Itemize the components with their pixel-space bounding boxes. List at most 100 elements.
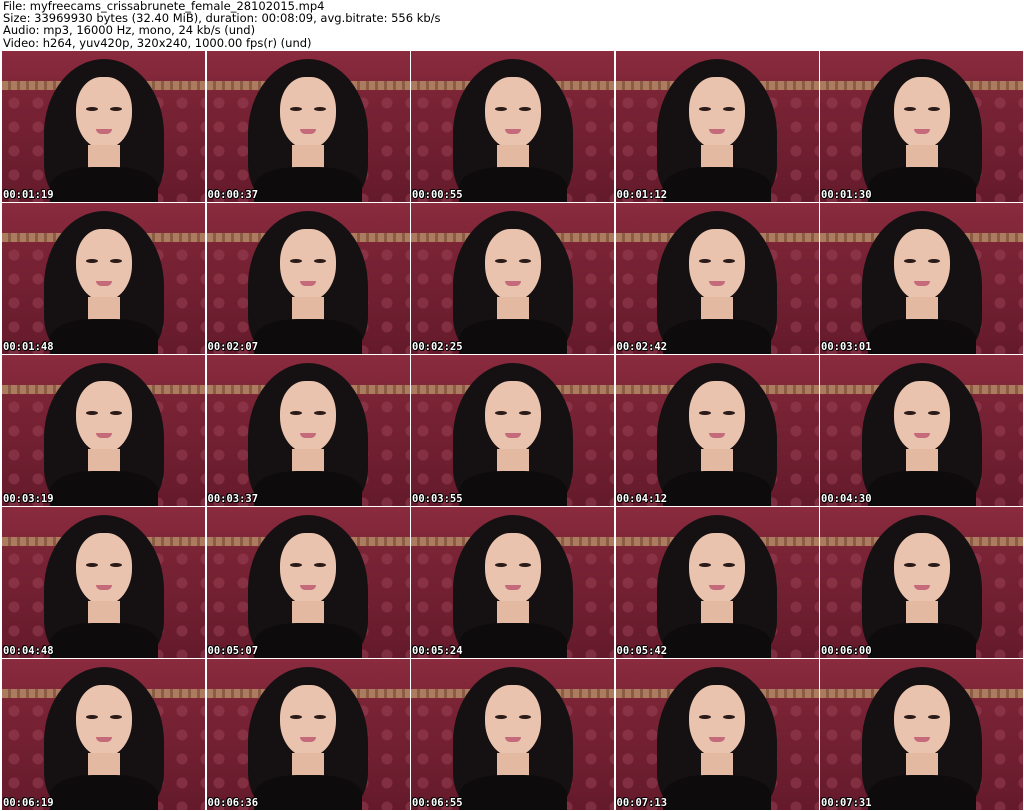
person-figure [861, 211, 982, 354]
face [75, 381, 132, 453]
left-eye [699, 259, 711, 263]
person-figure [248, 515, 368, 658]
person-figure [248, 363, 368, 506]
mouth [709, 433, 725, 438]
thumbnail-timestamp: 00:03:19 [3, 493, 54, 505]
mouth [913, 433, 930, 438]
left-eye [699, 715, 711, 719]
face [280, 533, 336, 605]
left-eye [494, 107, 507, 111]
mouth [709, 585, 725, 590]
video-thumbnail[interactable]: 00:06:19 [2, 659, 205, 810]
mouth [913, 585, 930, 590]
black-top [49, 775, 158, 810]
person-figure [452, 211, 573, 354]
video-thumbnail[interactable]: 00:03:19 [2, 355, 205, 506]
thumbnail-timestamp: 00:01:12 [616, 189, 668, 201]
person-figure [452, 515, 573, 658]
right-eye [723, 411, 735, 415]
video-thumbnail[interactable]: 00:02:42 [615, 203, 819, 354]
thumbnail-timestamp: 00:06:36 [207, 797, 259, 809]
video-thumbnail[interactable]: 00:06:00 [820, 507, 1023, 658]
right-eye [927, 259, 940, 263]
video-thumbnail[interactable]: 00:04:12 [615, 355, 819, 506]
black-top [49, 319, 158, 354]
video-thumbnail[interactable]: 00:03:37 [206, 355, 410, 506]
mouth [709, 281, 725, 286]
right-eye [927, 107, 940, 111]
face [893, 77, 950, 149]
video-thumbnail[interactable]: 00:05:42 [615, 507, 819, 658]
face [689, 229, 745, 301]
right-eye [927, 715, 940, 719]
video-thumbnail[interactable]: 00:00:37 [206, 51, 410, 202]
face [893, 685, 950, 757]
left-eye [494, 411, 507, 415]
mouth [95, 737, 112, 742]
face [280, 77, 336, 149]
mouth [709, 129, 725, 134]
video-thumbnail[interactable]: 00:07:31 [820, 659, 1023, 810]
person-figure [43, 211, 164, 354]
mouth [300, 129, 316, 134]
face [893, 381, 950, 453]
video-thumbnail[interactable]: 00:07:13 [615, 659, 819, 810]
video-thumbnail[interactable]: 00:04:48 [2, 507, 205, 658]
mouth [913, 281, 930, 286]
thumbnail-timestamp: 00:00:37 [207, 189, 259, 201]
video-thumbnail[interactable]: 00:03:55 [411, 355, 614, 506]
right-eye [518, 259, 531, 263]
left-eye [85, 563, 98, 567]
video-thumbnail[interactable]: 00:03:01 [820, 203, 1023, 354]
right-eye [927, 563, 940, 567]
person-figure [43, 515, 164, 658]
mouth [95, 129, 112, 134]
right-eye [723, 563, 735, 567]
video-thumbnail[interactable]: 00:05:07 [206, 507, 410, 658]
left-eye [699, 411, 711, 415]
black-top [458, 775, 567, 810]
black-top [867, 623, 976, 658]
mouth [300, 281, 316, 286]
black-top [458, 319, 567, 354]
person-figure [861, 59, 982, 202]
person-figure [248, 59, 368, 202]
right-eye [314, 107, 326, 111]
right-eye [927, 411, 940, 415]
person-figure [861, 363, 982, 506]
face [484, 77, 541, 149]
video-thumbnail[interactable]: 00:01:30 [820, 51, 1023, 202]
mouth [300, 433, 316, 438]
right-eye [109, 411, 122, 415]
video-thumbnail[interactable]: 00:02:07 [206, 203, 410, 354]
mouth [300, 585, 316, 590]
thumbnail-timestamp: 00:02:25 [412, 341, 463, 353]
face [75, 533, 132, 605]
face [75, 685, 132, 757]
thumbnail-timestamp: 00:07:31 [821, 797, 872, 809]
person-figure [657, 211, 777, 354]
thumbnail-timestamp: 00:06:00 [821, 645, 872, 657]
thumbnail-timestamp: 00:04:30 [821, 493, 872, 505]
left-eye [290, 107, 302, 111]
left-eye [699, 563, 711, 567]
right-eye [518, 411, 531, 415]
face [689, 381, 745, 453]
video-thumbnail[interactable]: 00:01:12 [615, 51, 819, 202]
thumbnail-timestamp: 00:02:07 [207, 341, 259, 353]
person-figure [657, 515, 777, 658]
video-thumbnail[interactable]: 00:00:55 [411, 51, 614, 202]
video-thumbnail[interactable]: 00:06:36 [206, 659, 410, 810]
video-thumbnail[interactable]: 00:05:24 [411, 507, 614, 658]
video-thumbnail[interactable]: 00:01:19 [2, 51, 205, 202]
person-figure [248, 211, 368, 354]
mouth [709, 737, 725, 742]
video-thumbnail[interactable]: 00:01:48 [2, 203, 205, 354]
video-thumbnail[interactable]: 00:02:25 [411, 203, 614, 354]
video-thumbnail[interactable]: 00:04:30 [820, 355, 1023, 506]
right-eye [314, 715, 326, 719]
right-eye [109, 107, 122, 111]
video-thumbnail[interactable]: 00:06:55 [411, 659, 614, 810]
right-eye [109, 563, 122, 567]
left-eye [290, 411, 302, 415]
